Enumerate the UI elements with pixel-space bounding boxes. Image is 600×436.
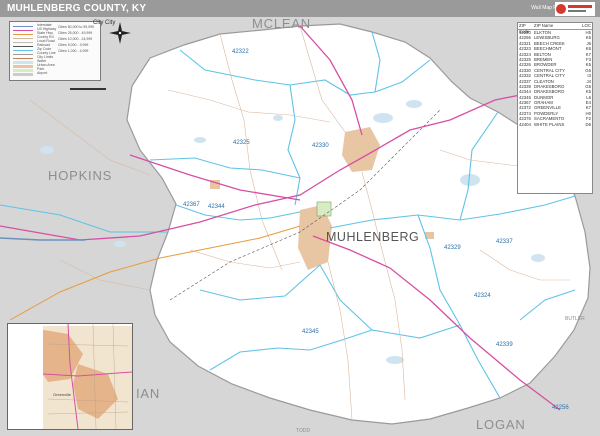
map-title: MUHLENBERG COUNTY, KY [7,3,147,14]
park-area [316,201,332,217]
zip-label: 42329 [444,245,461,251]
zip-label: 42367 [183,202,200,208]
legend-row: Airport [13,71,99,77]
zip-table-row: 42404 WHITE PLAINS D6 [518,122,592,127]
zip-code-table: ZIP Code ZIP Name LOC 42220 ELKTON H5 42256… [517,22,593,194]
legend-city-row: Cities 50,000 to 99,999 [58,25,94,29]
legend-city-row: Cities 10,000 - 24,999 [58,37,93,41]
zip-label: 42330 [312,143,329,149]
map-frame: MUHLENBERG COUNTY, KY Wall Map Premium E… [0,0,600,436]
zip-label: 42322 [232,49,249,55]
zip-label: 42339 [496,342,513,348]
zip-label: 42345 [302,329,319,335]
svg-text:Greenville: Greenville [53,392,72,397]
zip-loc-cell: D6 [585,121,592,127]
zip-label: 42344 [208,204,225,210]
scale-bar [70,83,106,93]
zip-label: 42256 [552,405,569,411]
neighbor-label-logan: LOGAN [476,417,526,432]
inset-map[interactable]: Greenville [7,323,133,430]
zip-name-cell: WHITE PLAINS [534,121,565,127]
neighbor-label-hopkins: HOPKINS [48,168,112,183]
zip-table-body: 42220 ELKTON H5 42256 LEWISBURG K6 42321 BEECH … [518,30,592,127]
neighbor-label-mclean: MCLEAN [252,17,311,31]
neighbor-label-butler: BUTLER [565,316,585,322]
legend-city-row: Cities 25,000 - 49,999 [58,31,93,35]
legend-city-row: Cities 1,000 - 4,999 [58,49,89,53]
neighbor-label-christian: IAN [136,386,160,401]
legend-city-row: Cities 5,000 - 9,999 [58,43,89,47]
title-bar: MUHLENBERG COUNTY, KY Wall Map Premium E… [0,0,600,17]
compass-icon [109,22,131,44]
zip-label: 42325 [233,140,250,146]
zip-table-header: ZIP Code ZIP Name LOC [518,23,592,34]
county-label-muhlenberg: MUHLENBERG [326,230,419,244]
zip-code-cell: 42404 [519,121,531,127]
zip-label: 42337 [496,239,513,245]
inset-map-canvas: Greenville [8,324,132,429]
map-legend: Interstate US Highway State Hwy County R… [9,21,106,90]
neighbor-label-todd: TODD [296,428,310,434]
zip-label: 42324 [474,293,491,299]
company-logo-icon [555,2,595,16]
